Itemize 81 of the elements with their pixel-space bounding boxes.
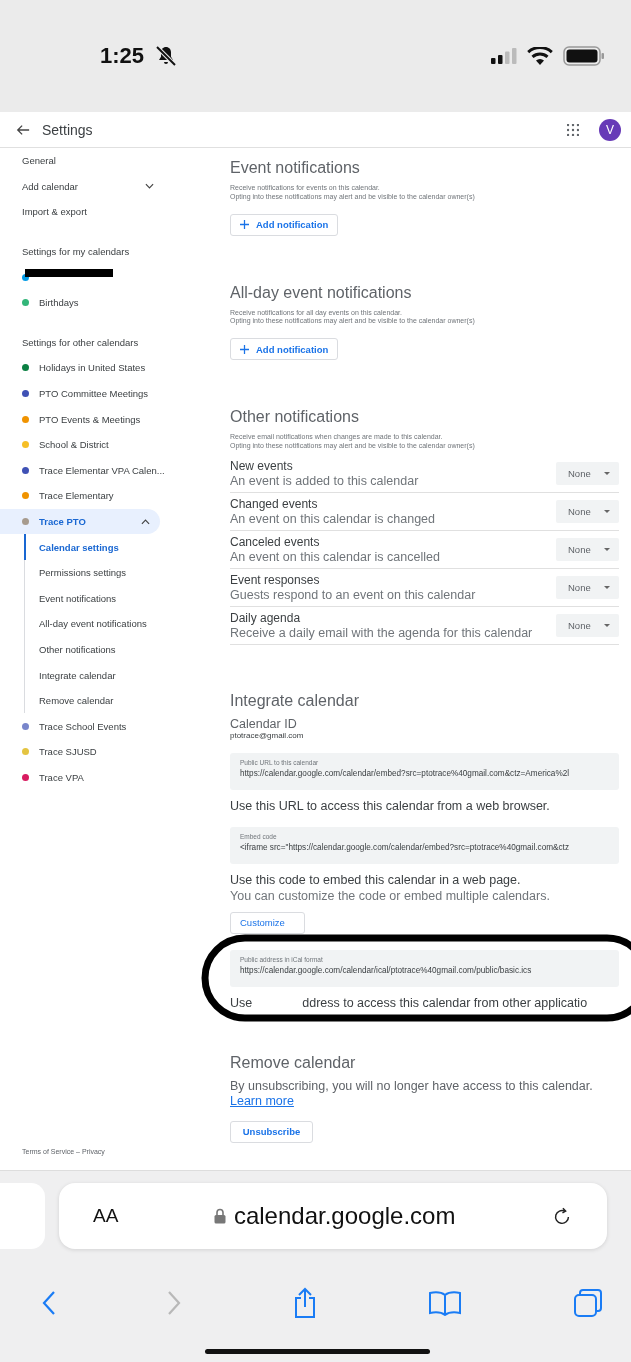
setting-description: An event on this calendar is cancelled [230,549,441,564]
setting-title: New events [230,458,294,473]
setting-description: Receive a daily email with the agenda for this calendar [230,625,534,640]
address-bar[interactable]: AA calendar.google.com [59,1183,607,1249]
plus-icon [240,220,249,230]
customize-button[interactable]: Customize [230,911,305,934]
apps-grid-icon[interactable] [567,123,579,136]
dropdown-arrow-icon [604,471,610,475]
learn-more-link[interactable]: Learn more [230,1093,294,1108]
setting-title: Changed events [230,496,319,511]
calendar-item[interactable]: PTO Committee Meetings [0,380,200,407]
dropdown-arrow-icon [604,509,610,513]
dropdown-arrow-icon [604,585,610,589]
calendar-item[interactable]: Trace VPA [0,764,200,791]
setting-title: Daily agenda [230,610,302,625]
section-heading: Event notifications [230,158,361,178]
back-icon[interactable] [42,1290,56,1316]
sidebar-item[interactable]: Add calendar [0,173,200,200]
sidebar-item[interactable]: Import & export [0,199,200,225]
help-text: ddress to access this calendar from other applicatio [302,994,588,1011]
dropdown-select[interactable]: None [556,461,619,485]
account-avatar[interactable]: V [599,118,621,141]
sidebar-subitem[interactable]: Other notifications [24,636,200,663]
calendar-item[interactable]: Trace Elementar VPA Calen... [0,457,200,484]
calendar-item[interactable]: School & District [0,431,200,458]
section-heading: Other notifications [230,407,360,428]
field-label: Calendar ID [230,716,298,731]
share-icon[interactable] [292,1287,317,1319]
calendar-item[interactable]: Trace SJUSD [0,739,200,765]
setting-description: Guests respond to an event on this calendar [230,587,477,602]
add-notification-button[interactable]: Add notification [230,213,339,236]
sidebar-subitem[interactable]: All-day event notifications [24,611,200,637]
section-heading: Remove calendar [230,1052,357,1073]
setting-title: Canceled events [230,534,321,549]
help-text: Use this code to embed this calendar in a web page. [230,871,522,888]
calendar-item[interactable]: Birthdays [0,289,200,316]
chevron-up-icon[interactable] [141,518,150,525]
dropdown-arrow-icon [604,547,610,551]
setting-title: Event responses [230,572,321,587]
signal-icon [491,48,517,64]
unsubscribe-button[interactable]: Unsubscribe [230,1120,313,1143]
sidebar-item[interactable]: General [0,148,200,174]
lock-icon [213,1208,226,1224]
dropdown-select[interactable]: None [556,537,619,561]
section-heading: Settings for my calendars [21,245,131,260]
help-text: Use this URL to access this calendar from a web browser. [230,797,551,814]
battery-icon [563,46,605,66]
sidebar-subitem[interactable]: Integrate calendar [24,662,200,688]
section-heading: Settings for other calendars [21,335,140,350]
sidebar-subitem[interactable]: Permissions settings [24,559,200,586]
calendar-item[interactable]: Trace PTO [0,508,160,535]
setting-description: An event on this calendar is changed [230,511,436,526]
calendar-item[interactable]: PTO Events & Meetings [0,406,200,432]
sidebar-subitem[interactable]: Calendar settings [24,534,200,560]
calendar-item[interactable]: Holidays in United States [0,355,200,381]
calendar-id: ptotrace@gmail.com [230,730,305,740]
dropdown-arrow-icon [604,623,610,627]
url-text: calendar.google.com [233,1202,456,1230]
back-arrow-icon [16,122,30,137]
dropdown-select[interactable]: None [556,499,619,523]
clock-time: 1:25 [100,43,145,69]
book-icon[interactable] [427,1290,462,1316]
section-heading: All-day event notifications [230,282,413,303]
calendar-item[interactable]: Trace Elementary [0,483,200,509]
dropdown-select[interactable]: None [556,613,619,637]
tabs-icon[interactable] [573,1288,603,1318]
page-title: Settings [42,121,93,138]
sidebar-subitem[interactable]: Event notifications [24,585,200,612]
text-size-button[interactable]: AA [93,1205,119,1227]
plus-icon [240,344,249,354]
dropdown-select[interactable]: None [556,575,619,599]
add-notification-button[interactable]: Add notification [230,338,339,361]
wifi-icon [527,46,553,66]
help-text: You can customize the code or embed multiple calendars. [230,887,551,904]
sidebar-subitem[interactable]: Remove calendar [24,687,200,714]
calendar-item[interactable]: Trace School Events [0,713,200,740]
unsubscribe-text: By unsubscribing, you will no longer have access to this calendar. Learn more [230,1078,594,1109]
section-heading: Integrate calendar [230,690,360,711]
chevron-down-icon[interactable] [145,183,154,190]
help-text: Use [230,994,253,1011]
setting-description: An event is added to this calendar [230,473,420,488]
